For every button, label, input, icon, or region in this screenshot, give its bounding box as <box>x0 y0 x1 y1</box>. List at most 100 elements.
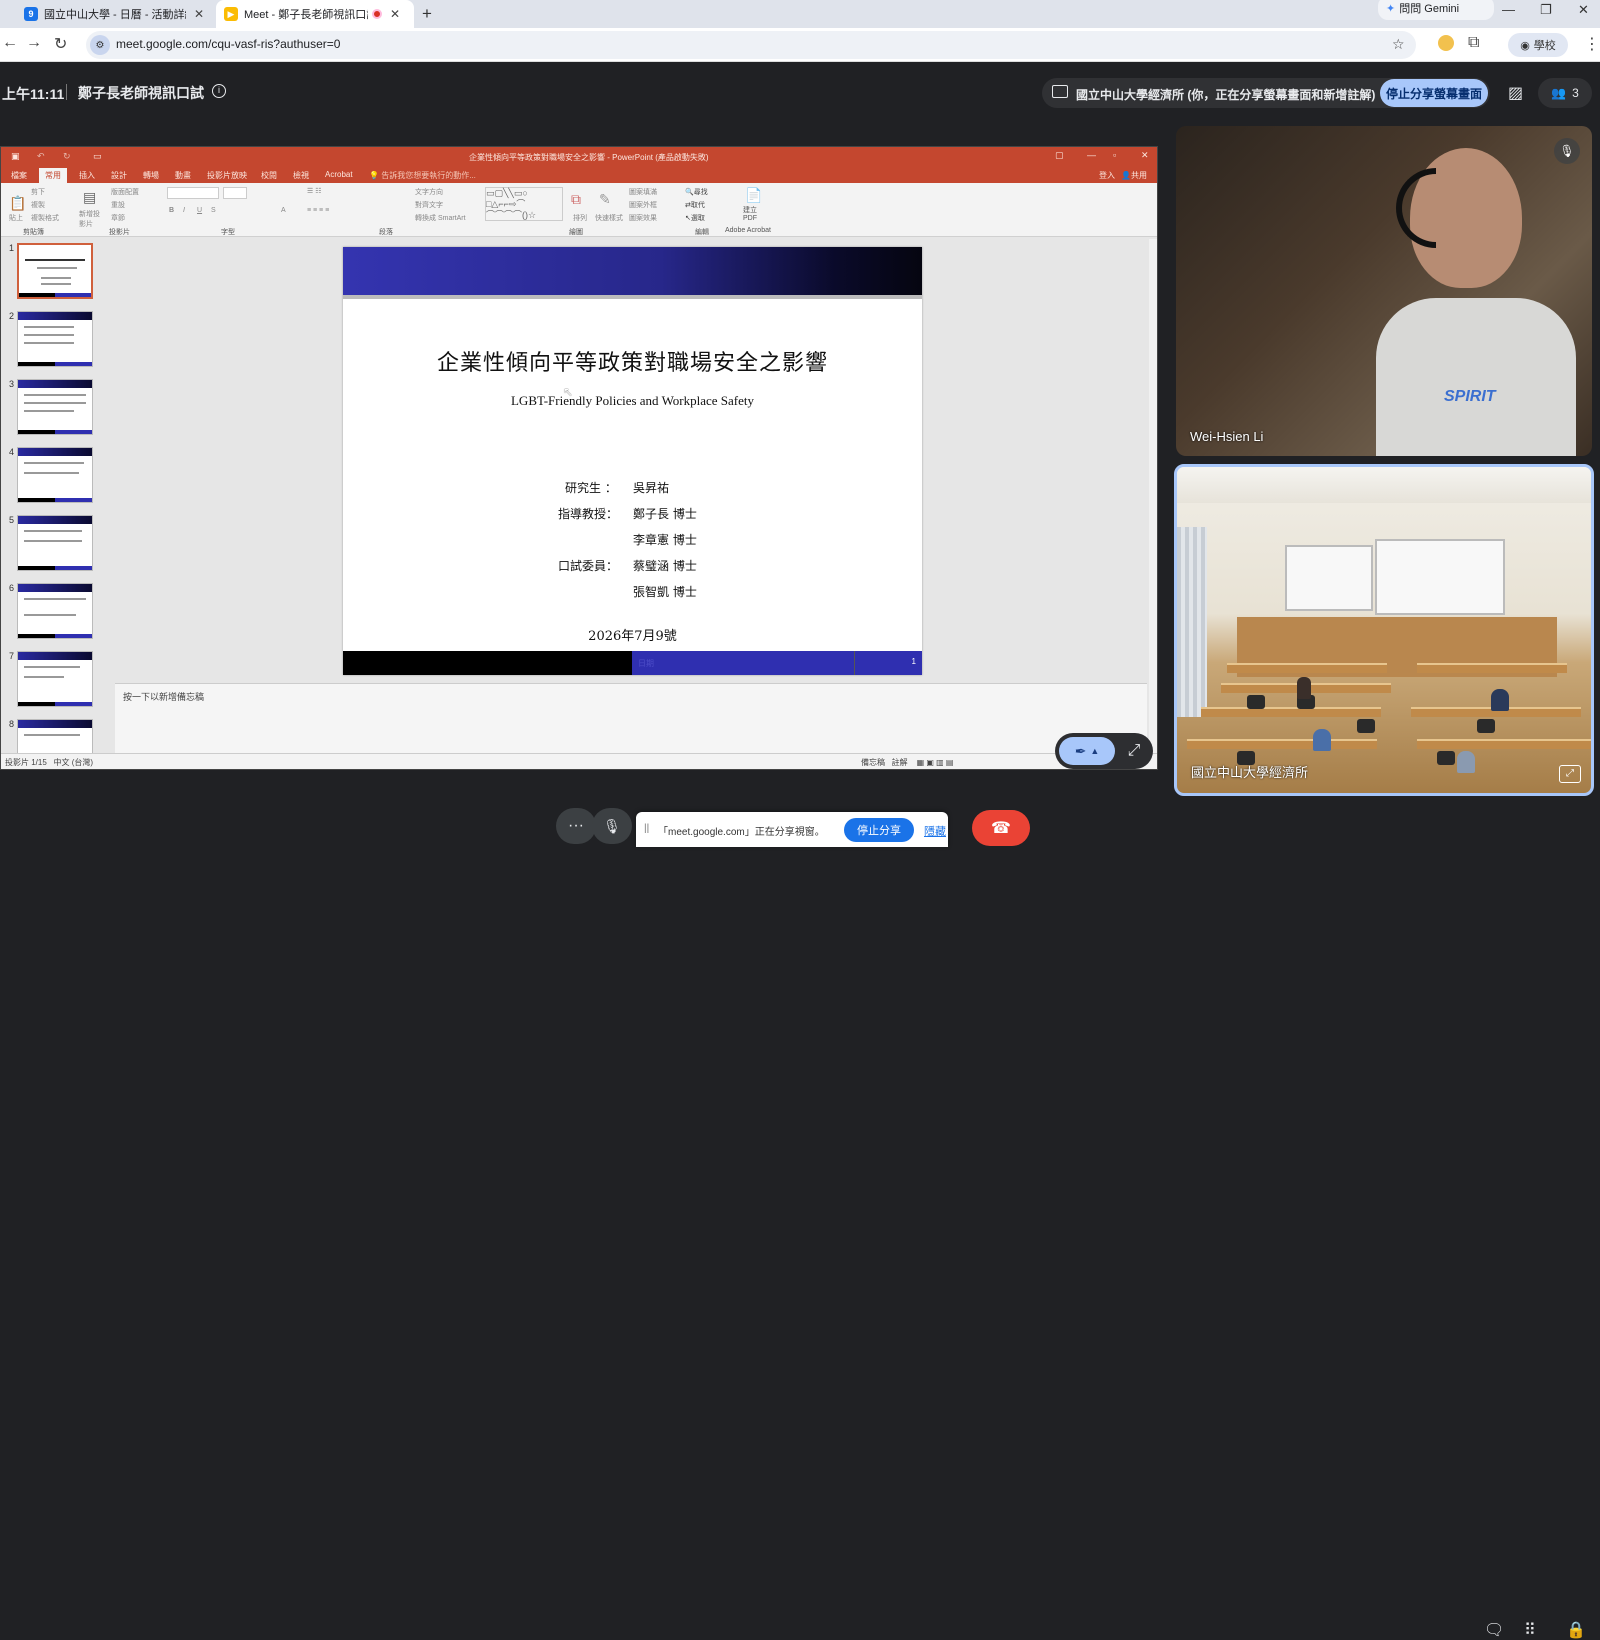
shape-fill-button[interactable]: 圖案填滿 <box>629 187 657 197</box>
font-name-box[interactable] <box>167 187 219 199</box>
end-call-button[interactable]: ☎ <box>972 810 1030 846</box>
redo-icon[interactable]: ↻ <box>63 151 71 162</box>
close-tab-icon[interactable]: ✕ <box>194 7 204 21</box>
underline-icon[interactable]: U <box>197 207 202 214</box>
restore-icon[interactable]: ❐ <box>1540 2 1552 18</box>
pdf-icon[interactable]: 📄 <box>745 187 762 204</box>
ppt-minimize-icon[interactable]: — <box>1087 150 1096 160</box>
ppt-share-button[interactable]: 👤共用 <box>1121 170 1147 181</box>
align-text-button[interactable]: 對齊文字 <box>415 200 443 210</box>
convert-smartart-button[interactable]: 轉換成 SmartArt <box>415 213 466 223</box>
reload-icon[interactable]: ↻ <box>54 34 67 54</box>
participant-tile[interactable]: ⤢ 國立中山大學經濟所 <box>1174 464 1594 796</box>
slide-thumbnail-5[interactable] <box>17 515 93 571</box>
save-icon[interactable]: ▣ <box>11 151 20 162</box>
extensions-puzzle-icon[interactable]: ⧉ <box>1468 34 1479 52</box>
ppt-close-icon[interactable]: ✕ <box>1141 150 1149 161</box>
notes-toggle[interactable]: 備忘稿 <box>861 758 885 767</box>
status-view-controls[interactable]: 備忘稿 註解 ▦ ▣ ▥ ▤ <box>861 757 953 768</box>
gemini-button[interactable]: ✦ 問問 Gemini <box>1378 0 1494 20</box>
expand-icon[interactable]: ⤢ <box>1121 739 1147 763</box>
minimize-icon[interactable]: — <box>1502 2 1515 17</box>
shadow-icon[interactable]: S <box>211 207 216 214</box>
stop-share-button[interactable]: 停止分享 <box>844 818 914 842</box>
chat-icon[interactable]: 🗨 <box>1484 1620 1504 1640</box>
ppt-tab-slideshow[interactable]: 投影片放映 <box>207 170 247 181</box>
bold-icon[interactable]: B <box>169 207 174 214</box>
tell-me-search[interactable]: 💡 告訴我您想要執行的動作... <box>369 170 476 181</box>
participant-tile[interactable]: SPIRIT 🎙 Wei-Hsien Li <box>1176 126 1592 456</box>
activities-icon[interactable]: ⠿ <box>1524 1620 1536 1640</box>
reset-button[interactable]: 重設 <box>111 200 125 210</box>
ppt-tab-file[interactable]: 檔案 <box>11 170 27 181</box>
slide-thumbnail-2[interactable] <box>17 311 93 367</box>
menu-kebab-icon[interactable]: ⋮ <box>1584 34 1600 54</box>
camera-off-icon[interactable]: ▨ <box>1508 83 1523 103</box>
notes-pane[interactable]: 按一下以新增備忘稿 <box>115 683 1147 753</box>
slide-thumbnail-1[interactable] <box>17 243 93 299</box>
quick-styles-icon[interactable]: ✎ <box>599 191 611 208</box>
arrange-icon[interactable]: ⧉ <box>571 191 581 208</box>
copy-button[interactable]: 複製 <box>31 200 45 210</box>
paste-icon[interactable]: 📋 <box>9 195 26 212</box>
microphone-button[interactable]: 🎙 <box>592 808 632 844</box>
slide-thumbnail-4[interactable] <box>17 447 93 503</box>
pin-tile-icon[interactable]: ⤢ <box>1559 765 1581 783</box>
section-button[interactable]: 章節 <box>111 213 125 223</box>
slide-scrollbar[interactable] <box>1149 239 1157 759</box>
format-painter-button[interactable]: 複製格式 <box>31 213 59 223</box>
arrange-button[interactable]: 排列 <box>573 213 587 223</box>
new-slide-button[interactable]: 新增投影片 <box>79 209 103 229</box>
ppt-tab-acrobat[interactable]: Acrobat <box>325 170 353 179</box>
cut-button[interactable]: 剪下 <box>31 187 45 197</box>
close-tab-icon[interactable]: ✕ <box>390 7 400 21</box>
shape-outline-button[interactable]: 圖案外框 <box>629 200 657 210</box>
ppt-signin[interactable]: 登入 <box>1099 170 1115 181</box>
paste-button[interactable]: 貼上 <box>9 213 23 223</box>
comments-toggle[interactable]: 註解 <box>892 758 908 767</box>
shape-effects-button[interactable]: 圖案效果 <box>629 213 657 223</box>
italic-icon[interactable]: I <box>183 207 185 214</box>
undo-icon[interactable]: ↶ <box>37 151 45 162</box>
drag-handle-icon[interactable]: || <box>644 823 649 834</box>
ppt-tab-insert[interactable]: 插入 <box>79 170 95 181</box>
quick-styles-button[interactable]: 快速樣式 <box>595 213 623 223</box>
slide-thumbnail-6[interactable] <box>17 583 93 639</box>
ppt-tab-animations[interactable]: 動畫 <box>175 170 191 181</box>
profile-button[interactable]: ◉ 學校 <box>1508 33 1568 57</box>
slide-thumbnail-7[interactable] <box>17 651 93 707</box>
forward-icon[interactable]: → <box>26 34 42 52</box>
participants-button[interactable]: 👥 3 <box>1538 78 1592 108</box>
ppt-tab-home[interactable]: 常用 <box>39 168 67 183</box>
text-direction-button[interactable]: 文字方向 <box>415 187 443 197</box>
bullets-icon[interactable]: ☰ ☷ <box>307 187 322 195</box>
new-slide-icon[interactable]: ▤ <box>83 189 96 206</box>
slide-thumbnail-3[interactable] <box>17 379 93 435</box>
current-slide[interactable]: 企業性傾向平等政策對職場安全之影響 LGBT-Friendly Policies… <box>343 247 922 675</box>
url-text[interactable]: meet.google.com/cqu-vasf-ris?authuser=0 <box>116 37 340 51</box>
hide-notice-link[interactable]: 隱藏 <box>924 823 946 839</box>
extension-icon[interactable] <box>1438 35 1454 51</box>
layout-button[interactable]: 版面配置 <box>111 187 139 197</box>
replace-button[interactable]: ⇄取代 <box>685 200 705 210</box>
bookmark-star-icon[interactable]: ☆ <box>1392 36 1405 53</box>
font-size-box[interactable] <box>223 187 247 199</box>
site-info-icon[interactable]: ⚙ <box>90 35 110 55</box>
present-from-start-icon[interactable]: ▭ <box>93 151 102 162</box>
select-button[interactable]: ↖選取 <box>685 213 705 223</box>
back-icon[interactable]: ← <box>2 34 18 52</box>
meeting-info-icon[interactable]: i <box>212 84 226 98</box>
ppt-tab-view[interactable]: 檢視 <box>293 170 309 181</box>
ppt-tab-transitions[interactable]: 轉場 <box>143 170 159 181</box>
host-controls-icon[interactable]: 🔒 <box>1566 1620 1586 1640</box>
annotation-toggle[interactable]: ✒ ▲ <box>1059 737 1115 765</box>
tab-calendar[interactable]: 9 國立中山大學 - 日曆 - 活動詳細 ✕ <box>22 0 210 28</box>
close-window-icon[interactable]: ✕ <box>1578 2 1589 18</box>
more-options-button[interactable]: ··· <box>556 808 596 844</box>
stop-sharing-button[interactable]: 停止分享螢幕畫面 <box>1380 79 1488 107</box>
find-button[interactable]: 🔍尋找 <box>685 187 708 197</box>
ppt-maximize-icon[interactable]: ▫ <box>1113 150 1116 160</box>
new-tab-button[interactable]: + <box>422 4 432 24</box>
ribbon-options-icon[interactable]: ▢ <box>1055 150 1064 161</box>
ppt-tab-review[interactable]: 校閱 <box>261 170 277 181</box>
